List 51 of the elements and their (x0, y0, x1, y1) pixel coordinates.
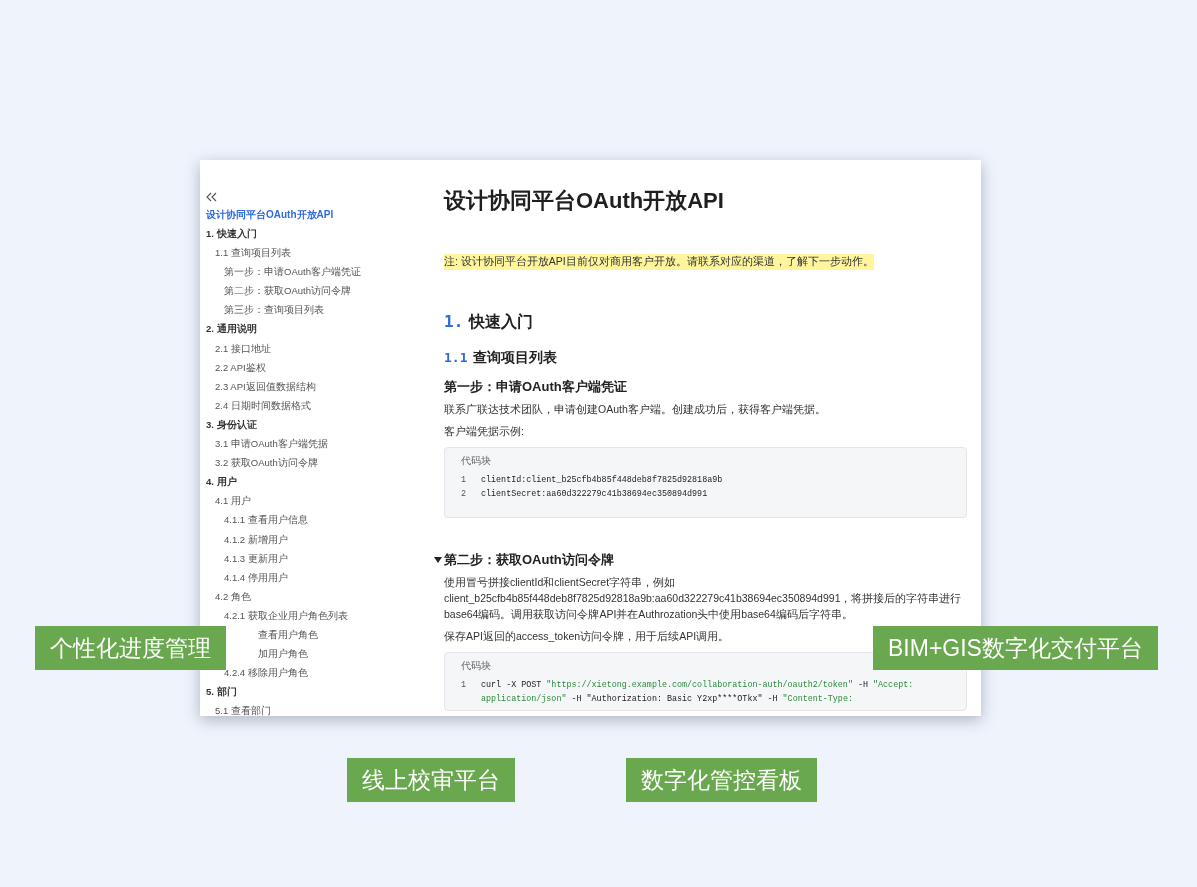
code-block-label: 代码块 (461, 454, 492, 468)
toc-item[interactable]: 3.2 获取OAuth访问令牌 (215, 456, 318, 470)
code-block-label: 代码块 (461, 659, 492, 673)
toc-item[interactable]: 5. 部门 (206, 685, 237, 699)
toc-item[interactable]: 4.2 角色 (215, 589, 251, 603)
toc-item[interactable]: 4.1 用户 (215, 494, 251, 508)
note-text: 注: 设计协同平台开放API目前仅对商用客户开放。请联系对应的渠道，了解下一步动作。 (444, 254, 874, 270)
feature-label: 线上校审平台 (347, 758, 515, 802)
toc-item[interactable]: 3. 身份认证 (206, 417, 257, 431)
toc-item[interactable]: 2.1 接口地址 (215, 341, 271, 355)
page-title: 设计协同平台OAuth开放API (444, 187, 725, 215)
paragraph: 客户端凭据示例: (444, 424, 525, 439)
toc-item[interactable]: 2.4 日期时间数据格式 (215, 398, 311, 412)
toc-item[interactable]: 2. 通用说明 (206, 322, 257, 336)
toc-item[interactable]: 加用户角色 (258, 647, 308, 661)
feature-label: 数字化管控看板 (626, 758, 817, 802)
toc-item[interactable]: 4. 用户 (206, 475, 237, 489)
toc-item[interactable]: 4.1.2 新增用户 (224, 532, 288, 546)
toc-item[interactable]: 第一步：申请OAuth客户端凭证 (224, 265, 361, 279)
code-line: clientId:client_b25cfb4b85f448deb8f7825d92818a9b (481, 474, 724, 487)
toc-item[interactable]: 第二步：获取OAuth访问令牌 (224, 284, 351, 298)
step-heading: 第二步：获取OAuth访问令牌 (444, 552, 614, 568)
toc-title[interactable]: 设计协同平台OAuth开放API (206, 205, 436, 224)
paragraph: 联系广联达技术团队，申请创建OAuth客户端。创建成功后，获得客户端凭据。 (444, 402, 827, 417)
line-number: 2 (461, 488, 468, 501)
paragraph: 使用冒号拼接clientId和clientSecret字符串，例如 client_b25cfb4b85f448deb8f7825d92818a9b:aa60d322279c41b38694ec350894d991，将拼接后的字符串进行base64编码。调用获取访问令牌API并在Authrozation头中使用base64编码后字符串。 (444, 575, 963, 622)
toc-item[interactable]: 4.1.4 停用用户 (224, 570, 288, 584)
line-number: 1 (461, 474, 468, 487)
toc-item[interactable]: 5.1 查看部门 (215, 704, 271, 716)
paragraph: 保存API返回的access_token访问令牌，用于后续API调用。 (444, 629, 731, 644)
toc-item[interactable]: 4.2.1 获取企业用户角色列表 (224, 608, 348, 622)
section-number: 1. (444, 312, 464, 331)
section-heading: 快速入门 (469, 312, 534, 332)
feature-label: BIM+GIS数字化交付平台 (873, 626, 1158, 670)
toc-item[interactable]: 1. 快速入门 (206, 227, 257, 240)
toc-item[interactable]: 3.1 申请OAuth客户端凭据 (215, 437, 328, 451)
line-number: 1 (461, 679, 468, 692)
toc-item[interactable]: 4.2.4 移除用户角色 (224, 666, 308, 680)
toc-item[interactable]: 2.2 API鉴权 (215, 360, 266, 374)
step-heading: 第一步：申请OAuth客户端凭证 (444, 379, 627, 395)
code-line: clientSecret:aa60d322279c41b38694ec350894d991 (481, 488, 709, 501)
section-heading: 查询项目列表 (473, 349, 558, 367)
toc-item[interactable]: 第三步：查询项目列表 (224, 303, 324, 317)
section-number: 1.1 (444, 350, 468, 365)
toc-item[interactable]: 1.1 查询项目列表 (215, 246, 291, 260)
toc-item[interactable]: 2.3 API返回值数据结构 (215, 379, 316, 393)
feature-label: 个性化进度管理 (35, 626, 226, 670)
toc-item[interactable]: 查看用户角色 (258, 627, 318, 641)
code-line: curl -X POST "https://xietong.example.com/collaboration-auth/oauth2/token" -H "Accept: application/json" -H "Authorization: Basic Y2xp****OTkx" -H "Content-Type: (481, 679, 915, 706)
toc-item[interactable]: 4.1.3 更新用户 (224, 551, 288, 565)
toc-item[interactable]: 4.1.1 查看用户信息 (224, 513, 308, 527)
